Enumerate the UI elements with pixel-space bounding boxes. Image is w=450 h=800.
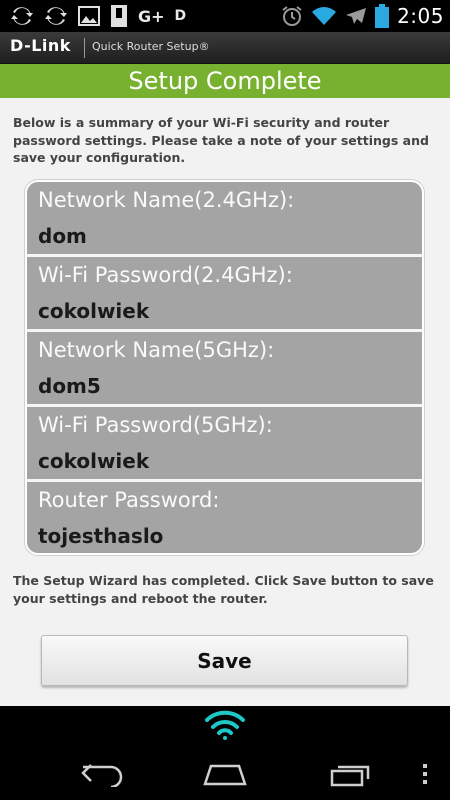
summary-row-wifi-password-24: Wi-Fi Password(2.4GHz): cokolwiek [27, 257, 422, 332]
intro-text: Below is a summary of your Wi-Fi securit… [13, 115, 429, 165]
summary-value: cokolwiek [38, 299, 150, 323]
back-button[interactable] [72, 754, 132, 794]
sync-icon [10, 4, 34, 28]
summary-value: tojesthaslo [38, 524, 164, 548]
d-notification-icon: D [174, 8, 187, 24]
sync-icon [44, 4, 68, 28]
airplane-icon [345, 4, 367, 28]
battery-icon [375, 4, 390, 28]
menu-icon [423, 764, 427, 784]
app-header: D-Link Quick Router Setup® [0, 32, 450, 64]
title-bar: Setup Complete [0, 64, 450, 98]
menu-button[interactable] [415, 754, 435, 794]
settings-summary-panel: Network Name(2.4GHz): dom Wi-Fi Password… [25, 180, 424, 555]
main-content: Below is a summary of your Wi-Fi securit… [0, 98, 450, 706]
usb-icon [110, 4, 128, 28]
image-icon [78, 4, 100, 28]
summary-label: Network Name(5GHz): [38, 338, 275, 362]
summary-label: Wi-Fi Password(2.4GHz): [38, 263, 293, 287]
summary-row-network-name-24: Network Name(2.4GHz): dom [27, 182, 422, 257]
status-bar-left: G+ D [10, 3, 186, 29]
summary-value: dom5 [38, 374, 101, 398]
recent-apps-button[interactable] [322, 754, 382, 794]
status-time: 2:05 [397, 4, 444, 28]
summary-label: Wi-Fi Password(5GHz): [38, 413, 273, 437]
alarm-icon [281, 4, 303, 28]
completion-text: The Setup Wizard has completed. Click Sa… [13, 573, 434, 606]
summary-label: Router Password: [38, 488, 220, 512]
app-name: Quick Router Setup® [92, 40, 210, 53]
summary-row-network-name-5: Network Name(5GHz): dom5 [27, 332, 422, 407]
summary-value: dom [38, 224, 87, 248]
page-title: Setup Complete [128, 67, 322, 95]
summary-row-wifi-password-5: Wi-Fi Password(5GHz): cokolwiek [27, 407, 422, 482]
dlink-logo: D-Link [10, 36, 71, 55]
wifi-icon [311, 4, 337, 28]
home-button[interactable] [195, 754, 255, 794]
google-plus-icon: G+ [138, 6, 165, 26]
summary-label: Network Name(2.4GHz): [38, 188, 295, 212]
header-divider [84, 38, 85, 58]
wifi-icon [204, 710, 246, 740]
home-icon [203, 764, 247, 786]
save-button-label: Save [197, 648, 252, 673]
status-bar-right: 2:05 [281, 3, 444, 29]
summary-value: cokolwiek [38, 449, 150, 473]
recent-apps-icon [330, 765, 370, 787]
save-button[interactable]: Save [41, 635, 408, 686]
back-icon [81, 764, 123, 787]
summary-row-router-password: Router Password: tojesthaslo [27, 482, 422, 553]
status-bar: G+ D 2:05 [0, 0, 450, 32]
navigation-bar [0, 706, 450, 800]
